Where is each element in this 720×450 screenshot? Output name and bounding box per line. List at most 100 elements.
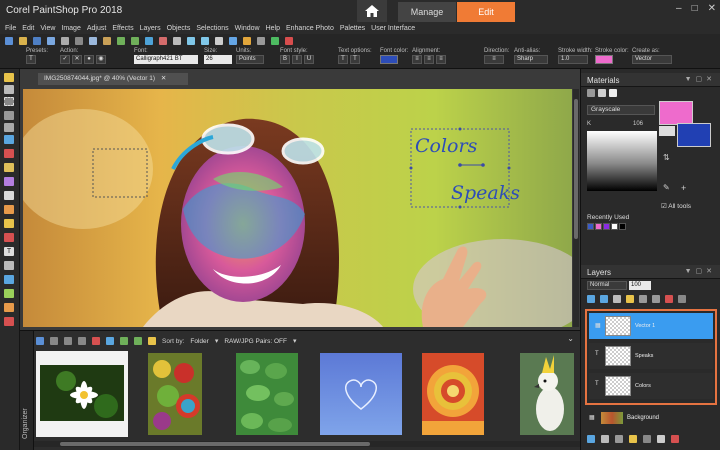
- layer-row-colors[interactable]: T Colors: [589, 373, 713, 399]
- maximize-icon[interactable]: □: [692, 3, 698, 14]
- layer-effects-icon[interactable]: [665, 295, 673, 303]
- font-color-swatch[interactable]: [380, 55, 398, 64]
- zoom-out-icon[interactable]: [201, 36, 209, 45]
- grayscale-picker[interactable]: [587, 131, 657, 191]
- layer-row-vector-1[interactable]: ▦ Vector 1: [589, 313, 713, 339]
- layers-panel-controls[interactable]: ▼▢✕: [685, 267, 716, 275]
- tab-manage[interactable]: Manage: [398, 2, 456, 22]
- home-button[interactable]: [357, 0, 387, 22]
- sort-by-select[interactable]: Folder: [190, 338, 208, 345]
- thumbnail-cockatoo[interactable]: [520, 351, 574, 437]
- copy-icon[interactable]: [89, 36, 97, 45]
- visibility-icon[interactable]: ◉: [96, 55, 106, 64]
- bold-button[interactable]: B: [280, 55, 290, 64]
- swatches-tab-icon[interactable]: [609, 89, 617, 97]
- tab-edit[interactable]: Edit: [457, 2, 515, 22]
- eyedropper-icon[interactable]: ✎: [663, 183, 670, 192]
- size-field[interactable]: 26: [204, 55, 232, 64]
- paste-icon[interactable]: [103, 36, 111, 45]
- makeover-tool-icon[interactable]: [4, 163, 14, 172]
- organizer-horizontal-scrollbar[interactable]: [34, 441, 580, 447]
- thumbnail-leaves[interactable]: [236, 351, 298, 437]
- cancel-icon[interactable]: ✕: [72, 55, 82, 64]
- foreground-properties-swatch[interactable]: [659, 126, 675, 136]
- thumbnail-vegetables[interactable]: [148, 351, 202, 437]
- new-vector-layer-icon[interactable]: [600, 295, 608, 303]
- presets-button[interactable]: T: [26, 55, 36, 64]
- duplicate-layer-icon[interactable]: [601, 435, 609, 443]
- opacity-field[interactable]: 100: [629, 281, 651, 290]
- menu-enhance-photo[interactable]: Enhance Photo: [286, 25, 334, 32]
- new-mask-icon[interactable]: [613, 295, 621, 303]
- close-document-icon[interactable]: ✕: [161, 75, 166, 82]
- canvas-text-colors[interactable]: Colors: [415, 135, 478, 157]
- menu-view[interactable]: View: [40, 25, 55, 32]
- save-as-icon[interactable]: [47, 36, 55, 45]
- raw-jpg-toggle[interactable]: RAW/JPG Pairs: OFF: [224, 338, 287, 345]
- link-layer-icon[interactable]: [639, 295, 647, 303]
- stroke-width-field[interactable]: 1.0: [558, 55, 588, 64]
- menu-selections[interactable]: Selections: [196, 25, 228, 32]
- eraser-tool-icon[interactable]: [4, 205, 14, 214]
- print-icon[interactable]: [61, 36, 69, 45]
- underline-button[interactable]: U: [304, 55, 314, 64]
- recent-swatch[interactable]: [595, 223, 602, 230]
- menu-image[interactable]: Image: [61, 25, 80, 32]
- layer-mask-icon[interactable]: [643, 435, 651, 443]
- canvas-text-speaks[interactable]: Speaks: [451, 182, 520, 204]
- dropper-tool-icon[interactable]: [4, 111, 14, 120]
- create-as-select[interactable]: Vector: [632, 55, 672, 64]
- canvas-vertical-scrollbar[interactable]: [573, 89, 579, 327]
- palette-select[interactable]: Grayscale: [587, 105, 655, 115]
- font-select[interactable]: Calligraph421 BT: [134, 55, 198, 64]
- navigation-icon[interactable]: [36, 337, 44, 345]
- document-tab[interactable]: IMG250874044.jpg* @ 40% (Vector 1) ✕: [38, 73, 188, 85]
- script-record-icon[interactable]: [285, 36, 293, 45]
- rotate-left-icon[interactable]: [64, 337, 72, 345]
- swap-colors-icon[interactable]: ⇅: [663, 153, 670, 162]
- batch-icon[interactable]: [148, 337, 156, 345]
- clone-tool-icon[interactable]: [4, 177, 14, 186]
- align-center-icon[interactable]: ≡: [424, 55, 434, 64]
- paint-brush-icon[interactable]: [4, 233, 14, 242]
- layer-properties-icon[interactable]: [587, 435, 595, 443]
- subscript-button[interactable]: T: [350, 55, 360, 64]
- shape-tool-icon[interactable]: [4, 275, 14, 284]
- delete-layer-icon[interactable]: [671, 435, 679, 443]
- chevron-down-icon[interactable]: ▾: [215, 337, 219, 345]
- crop-icon[interactable]: [173, 36, 181, 45]
- convert-icon[interactable]: ●: [84, 55, 94, 64]
- cut-icon[interactable]: [75, 36, 83, 45]
- menu-edit[interactable]: Edit: [22, 25, 34, 32]
- red-eye-tool-icon[interactable]: [4, 149, 14, 158]
- close-icon[interactable]: ✕: [708, 3, 716, 14]
- all-tools-checkbox[interactable]: ☑ All tools: [661, 202, 691, 210]
- straighten-tool-icon[interactable]: [4, 135, 14, 144]
- chevron-down-icon[interactable]: ▾: [293, 337, 297, 345]
- thumbnail-spiral[interactable]: [422, 351, 484, 437]
- color-changer-icon[interactable]: [4, 317, 14, 326]
- italic-button[interactable]: I: [292, 55, 302, 64]
- organizer-scroll-thumb[interactable]: [60, 442, 370, 446]
- recent-swatch[interactable]: [603, 223, 610, 230]
- zoom-in-icon[interactable]: [187, 36, 195, 45]
- align-right-icon[interactable]: ≡: [436, 55, 446, 64]
- units-select[interactable]: Points: [236, 55, 264, 64]
- minimize-icon[interactable]: –: [676, 3, 682, 14]
- materials-toggle-icon[interactable]: [243, 36, 251, 45]
- layer-visibility-icon[interactable]: [657, 435, 665, 443]
- align-left-icon[interactable]: ≡: [412, 55, 422, 64]
- image-canvas[interactable]: Colors Speaks: [23, 89, 572, 327]
- layer-styles-icon[interactable]: [678, 295, 686, 303]
- thumbnail-heart[interactable]: [320, 351, 402, 437]
- new-file-icon[interactable]: [5, 36, 13, 45]
- resize-icon[interactable]: [159, 36, 167, 45]
- thumbnail-view-icon[interactable]: [50, 337, 58, 345]
- script-run-icon[interactable]: [271, 36, 279, 45]
- rainbow-tab-icon[interactable]: [598, 89, 606, 97]
- new-layer-icon[interactable]: [587, 295, 595, 303]
- materials-panel-controls[interactable]: ▼▢✕: [685, 75, 716, 83]
- menu-window[interactable]: Window: [235, 25, 260, 32]
- save-icon[interactable]: [33, 36, 41, 45]
- warp-brush-icon[interactable]: [4, 289, 14, 298]
